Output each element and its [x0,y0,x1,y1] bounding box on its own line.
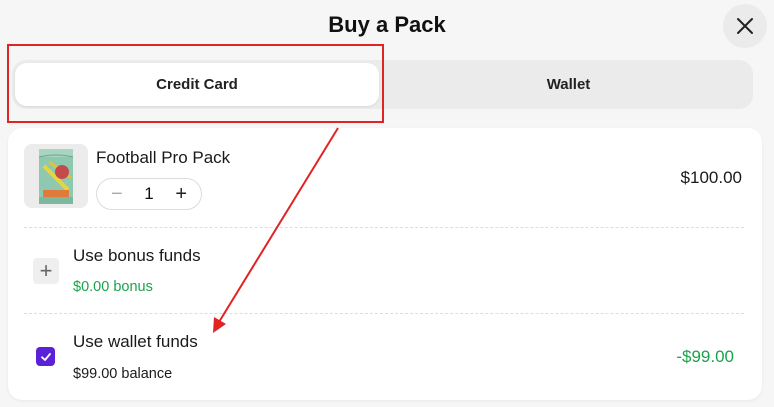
order-summary-card: Football Pro Pack − 1 + $100.00 + Use bo… [8,128,762,400]
increase-quantity-button[interactable]: + [175,184,187,204]
close-button[interactable] [723,4,767,48]
page-title: Buy a Pack [328,12,446,37]
close-icon [737,18,753,34]
wallet-funds-checkbox[interactable] [36,347,55,366]
football-pack-image [24,144,88,208]
bonus-funds-toggle[interactable]: + [33,258,59,284]
product-name: Football Pro Pack [96,148,231,167]
bonus-funds-label: Use bonus funds [73,246,201,265]
product-price: $100.00 [680,168,742,187]
divider [24,313,744,314]
divider [24,227,744,228]
quantity-value: 1 [144,184,154,203]
quantity-stepper: − 1 + [96,178,202,210]
wallet-deduction-amount: -$99.00 [676,347,734,366]
tab-wallet[interactable]: Wallet [384,60,753,109]
decrease-quantity-button[interactable]: − [111,184,123,204]
bonus-amount: $0.00 bonus [73,279,153,295]
wallet-funds-label: Use wallet funds [73,332,198,351]
annotation-highlight-box [7,44,384,123]
checkmark-icon [40,352,51,361]
wallet-balance: $99.00 balance [73,366,173,382]
